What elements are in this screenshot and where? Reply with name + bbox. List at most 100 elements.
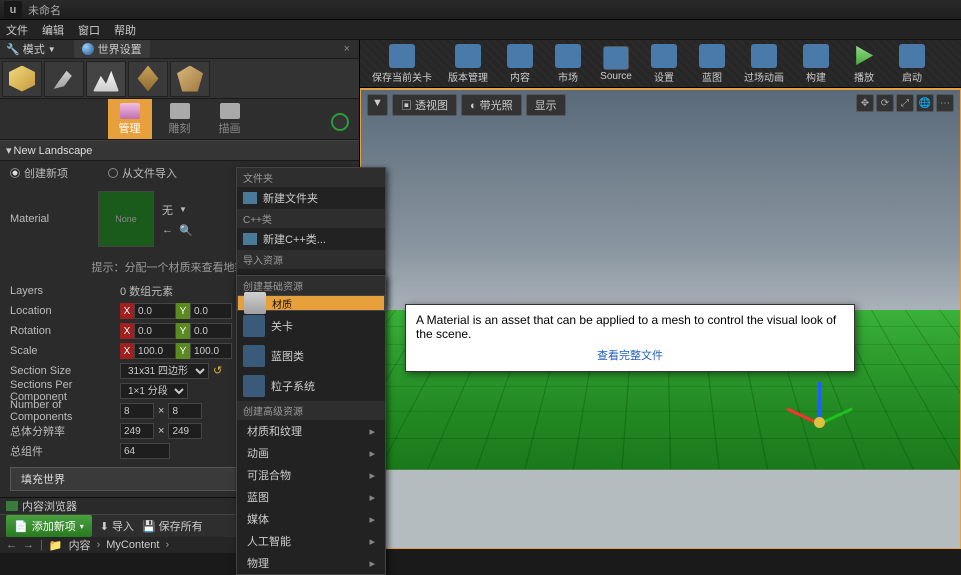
- am-adv-blendable[interactable]: 可混合物▸: [237, 464, 385, 486]
- cm-new-cpp[interactable]: 新建C++类...: [237, 228, 385, 250]
- toolbar-launch[interactable]: 启动: [890, 42, 934, 86]
- subtab-paint[interactable]: 描画: [208, 99, 252, 139]
- location-y-input[interactable]: [190, 303, 232, 319]
- option-create-new[interactable]: 创建新项: [10, 165, 68, 181]
- paint-icon: [220, 103, 240, 119]
- toolbar-content[interactable]: 内容: [498, 42, 542, 86]
- toolbar-settings[interactable]: 设置: [642, 42, 686, 86]
- scale-y-input[interactable]: [190, 343, 232, 359]
- close-tab-icon[interactable]: ×: [341, 43, 353, 55]
- toolbar-marketplace[interactable]: 市场: [546, 42, 590, 86]
- vp-globe-tool[interactable]: 🌐: [916, 94, 934, 112]
- menu-help[interactable]: 帮助: [114, 22, 136, 38]
- world-settings-tab[interactable]: 世界设置: [74, 40, 150, 58]
- toolbar-save-level[interactable]: 保存当前关卡: [366, 42, 438, 86]
- folder-icon[interactable]: 📁: [49, 539, 63, 552]
- am-adv-animation[interactable]: 动画▸: [237, 442, 385, 464]
- menu-bar: 文件 编辑 窗口 帮助: [0, 20, 961, 40]
- modes-dropdown[interactable]: 🔧 模式 ▼: [6, 41, 56, 57]
- toolbar-blueprint[interactable]: 蓝图: [690, 42, 734, 86]
- toolbar-cinematics[interactable]: 过场动画: [738, 42, 790, 86]
- blueprint-icon: [699, 44, 725, 68]
- section-size-select[interactable]: 31x31 四边形: [120, 363, 209, 379]
- reset-icon[interactable]: ↺: [213, 364, 227, 378]
- menu-edit[interactable]: 编辑: [42, 22, 64, 38]
- back-icon[interactable]: ←: [6, 539, 17, 551]
- cm-new-folder[interactable]: 新建文件夹: [237, 187, 385, 209]
- viewport-lit-button[interactable]: ◐ 带光照: [461, 94, 522, 116]
- menu-file[interactable]: 文件: [6, 22, 28, 38]
- tooltip-link[interactable]: 查看完整文件: [416, 347, 844, 363]
- viewport-options-button[interactable]: ▼: [367, 94, 388, 116]
- save-icon: 💾: [142, 520, 156, 533]
- am-adv-blueprint[interactable]: 蓝图▸: [237, 486, 385, 508]
- manage-icon: [120, 103, 140, 119]
- am-adv-materialtex[interactable]: 材质和纹理▸: [237, 420, 385, 442]
- vp-rotate-tool[interactable]: ⟳: [876, 94, 894, 112]
- subtab-sculpt[interactable]: 雕刻: [158, 99, 202, 139]
- material-none-text: 无: [162, 202, 173, 218]
- numcomp-x-input[interactable]: [120, 403, 154, 419]
- path-folder[interactable]: MyContent: [106, 539, 159, 551]
- section-new-landscape[interactable]: ▾New Landscape: [0, 140, 359, 161]
- am-material[interactable]: 材质: [237, 295, 385, 311]
- path-root[interactable]: 内容: [69, 537, 91, 553]
- mode-landscape[interactable]: [86, 61, 126, 97]
- toolbar-source-control[interactable]: 版本管理: [442, 42, 494, 86]
- menu-window[interactable]: 窗口: [78, 22, 100, 38]
- cm-header-cpp: C++类: [237, 209, 385, 228]
- toolbar-play[interactable]: 播放: [842, 42, 886, 86]
- vp-scale-tool[interactable]: ⤢: [896, 94, 914, 112]
- vp-more-tool[interactable]: ⋯: [936, 94, 954, 112]
- chevron-right-icon: ▸: [369, 491, 375, 504]
- option-import-file[interactable]: 从文件导入: [108, 165, 177, 181]
- rotation-x-input[interactable]: [134, 323, 176, 339]
- marketplace-icon: [555, 44, 581, 68]
- scale-x-input[interactable]: [134, 343, 176, 359]
- spc-select[interactable]: 1×1 分段: [120, 383, 188, 399]
- gizmo-origin-icon: [814, 417, 825, 428]
- file-icon: 📄: [14, 520, 28, 533]
- am-adv-media[interactable]: 媒体▸: [237, 508, 385, 530]
- subtab-manage[interactable]: 管理: [108, 99, 152, 139]
- mode-geometry[interactable]: [170, 61, 210, 97]
- gradient-icon[interactable]: [331, 113, 349, 131]
- mode-place[interactable]: [2, 61, 42, 97]
- particles-icon: [243, 375, 265, 397]
- add-new-button[interactable]: 📄 添加新项 ▾: [6, 515, 92, 537]
- material-thumbnail[interactable]: None: [98, 191, 154, 247]
- arrow-left-icon[interactable]: ←: [162, 224, 173, 236]
- numcomp-y-input[interactable]: [168, 403, 202, 419]
- chevron-down-icon[interactable]: ▼: [179, 205, 187, 214]
- forward-icon[interactable]: →: [23, 539, 34, 551]
- am-header-advanced: 创建高级资源: [237, 401, 385, 420]
- res-x-input[interactable]: [120, 423, 154, 439]
- vp-move-tool[interactable]: ✥: [856, 94, 874, 112]
- viewport-perspective-button[interactable]: ▣ 透视图: [392, 94, 457, 116]
- location-x-input[interactable]: [134, 303, 176, 319]
- transform-gizmo[interactable]: [790, 368, 850, 428]
- foliage-icon: [135, 66, 161, 92]
- mode-paint[interactable]: [44, 61, 84, 97]
- viewport-toolbar: ▼ ▣ 透视图 ◐ 带光照 显示: [367, 94, 566, 116]
- times-icon: ×: [154, 425, 168, 437]
- axis-x-icon: X: [120, 343, 134, 359]
- mode-foliage[interactable]: [128, 61, 168, 97]
- am-level[interactable]: 关卡: [237, 311, 385, 341]
- folder-icon: [243, 192, 257, 204]
- toolbar-source[interactable]: Source: [594, 44, 638, 84]
- brush-icon: [51, 66, 77, 92]
- viewport-show-button[interactable]: 显示: [526, 94, 566, 116]
- am-particles[interactable]: 粒子系统: [237, 371, 385, 401]
- am-adv-physics[interactable]: 物理▸: [237, 552, 385, 574]
- toolbar-build[interactable]: 构建: [794, 42, 838, 86]
- save-all-button[interactable]: 💾保存所有: [142, 518, 203, 534]
- import-button[interactable]: ⬇导入: [100, 518, 134, 534]
- res-y-input[interactable]: [168, 423, 202, 439]
- total-components-input[interactable]: [120, 443, 170, 459]
- sculpt-icon: [170, 103, 190, 119]
- rotation-y-input[interactable]: [190, 323, 232, 339]
- landscape-icon: [93, 66, 119, 92]
- search-icon[interactable]: 🔍: [179, 224, 193, 237]
- am-blueprint[interactable]: 蓝图类: [237, 341, 385, 371]
